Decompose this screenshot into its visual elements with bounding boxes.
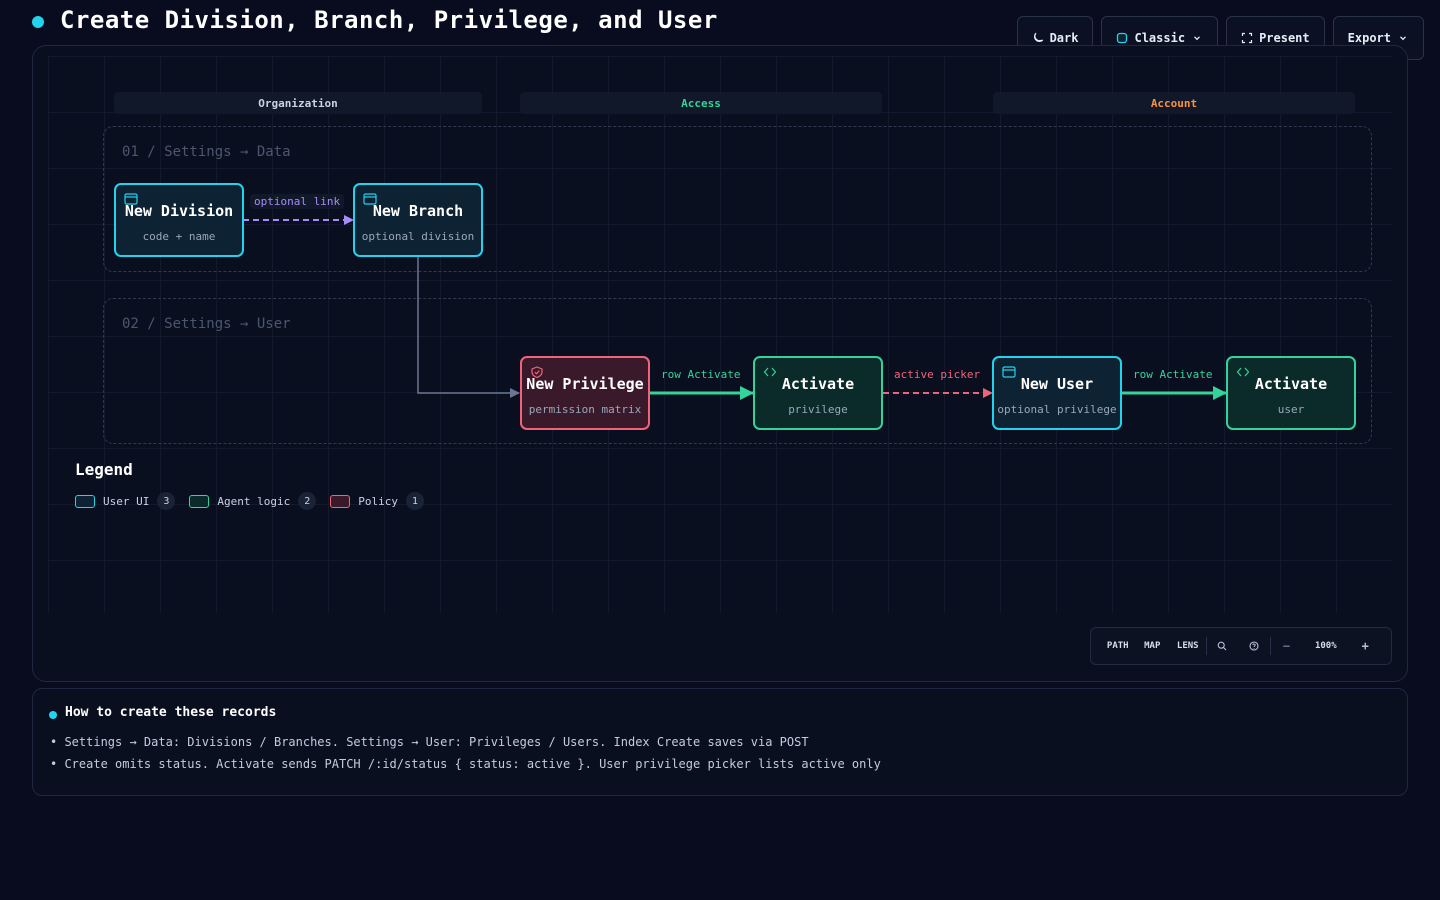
node-new-privilege[interactable]: New Privilege permission matrix [520,356,650,430]
node-subtitle: permission matrix [528,402,642,416]
moon-icon [1033,32,1043,42]
node-new-user[interactable]: New User optional privilege [992,356,1122,430]
help-button[interactable] [1238,628,1270,664]
shield-icon [531,366,543,378]
dark-mode-label: Dark [1049,31,1079,45]
legend-title: Legend [75,460,133,479]
legend-item-agent-logic[interactable]: Agent logic 2 [189,492,317,510]
title-dot [32,16,44,28]
node-subtitle: code + name [142,229,216,243]
legend-label: User UI [103,494,150,508]
diagram-canvas[interactable]: Organization Access Account 01 / Setting… [32,45,1408,682]
window-icon [363,193,377,205]
legend-count: 3 [157,492,176,510]
zoom-level: 100% [1314,641,1337,651]
edge-label: row Activate [1133,368,1213,381]
legend-swatch [330,494,351,508]
search-icon [1217,641,1227,651]
legend-swatch [75,494,95,508]
node-subtitle: privilege [788,402,848,416]
node-title: New Branch [372,201,464,220]
window-icon [1002,366,1016,378]
theme-label: Classic [1134,31,1186,45]
legend: User UI 3 Agent logic 2 Policy 1 [75,492,424,510]
edge-label: row Activate [661,368,741,381]
notes-line: • Create omits status. Activate sends PA… [50,757,881,771]
legend-swatch [189,494,210,508]
legend-label: Agent logic [217,494,291,508]
chevron-down-icon [1194,36,1201,41]
map-view-button[interactable]: MAP [1135,628,1171,664]
node-new-branch[interactable]: New Branch optional division [353,183,483,257]
path-view-button[interactable]: PATH [1101,628,1135,664]
notes-title: How to create these records [65,705,277,720]
legend-item-user-ui[interactable]: User UI 3 [75,492,176,510]
edge-label: optional link [250,194,345,209]
code-icon [763,367,777,377]
node-activate-user[interactable]: Activate user [1226,356,1356,430]
notes-dot [49,711,57,719]
theme-swatch-icon [1117,32,1128,44]
export-label: Export [1347,31,1391,45]
lens-view-button[interactable]: LENS [1170,628,1206,664]
node-subtitle: optional division [361,229,475,243]
node-subtitle: user [1277,402,1305,416]
instructions-panel: How to create these records • Settings →… [32,688,1408,796]
edge-label: active picker [894,368,981,381]
code-icon [1236,367,1250,377]
node-new-division[interactable]: New Division code + name [114,183,244,257]
zoom-in-button[interactable]: + [1349,628,1381,664]
node-title: Activate [781,374,855,393]
zoom-toolbar: PATH MAP LENS − 100% + [1090,627,1392,665]
legend-count: 2 [298,492,317,510]
node-title: New User [1020,374,1094,393]
search-button[interactable] [1207,628,1239,664]
node-title: New Division [124,201,234,220]
present-label: Present [1259,31,1310,45]
legend-item-policy[interactable]: Policy 1 [330,492,424,510]
notes-line: • Settings → Data: Divisions / Branches.… [50,735,809,749]
node-title: Activate [1254,374,1328,393]
zoom-out-button[interactable]: − [1271,628,1303,664]
legend-label: Policy [358,494,398,508]
edge-branch-to-privilege [417,257,520,398]
page-title: Create Division, Branch, Privilege, and … [60,6,718,34]
edges-layer [243,215,1227,400]
legend-count: 1 [405,492,424,510]
chevron-down-icon [1400,36,1406,41]
fullscreen-icon [1241,32,1253,44]
help-icon [1249,641,1259,651]
node-activate-privilege[interactable]: Activate privilege [753,356,883,430]
node-subtitle: optional privilege [997,402,1117,416]
window-icon [124,193,138,205]
